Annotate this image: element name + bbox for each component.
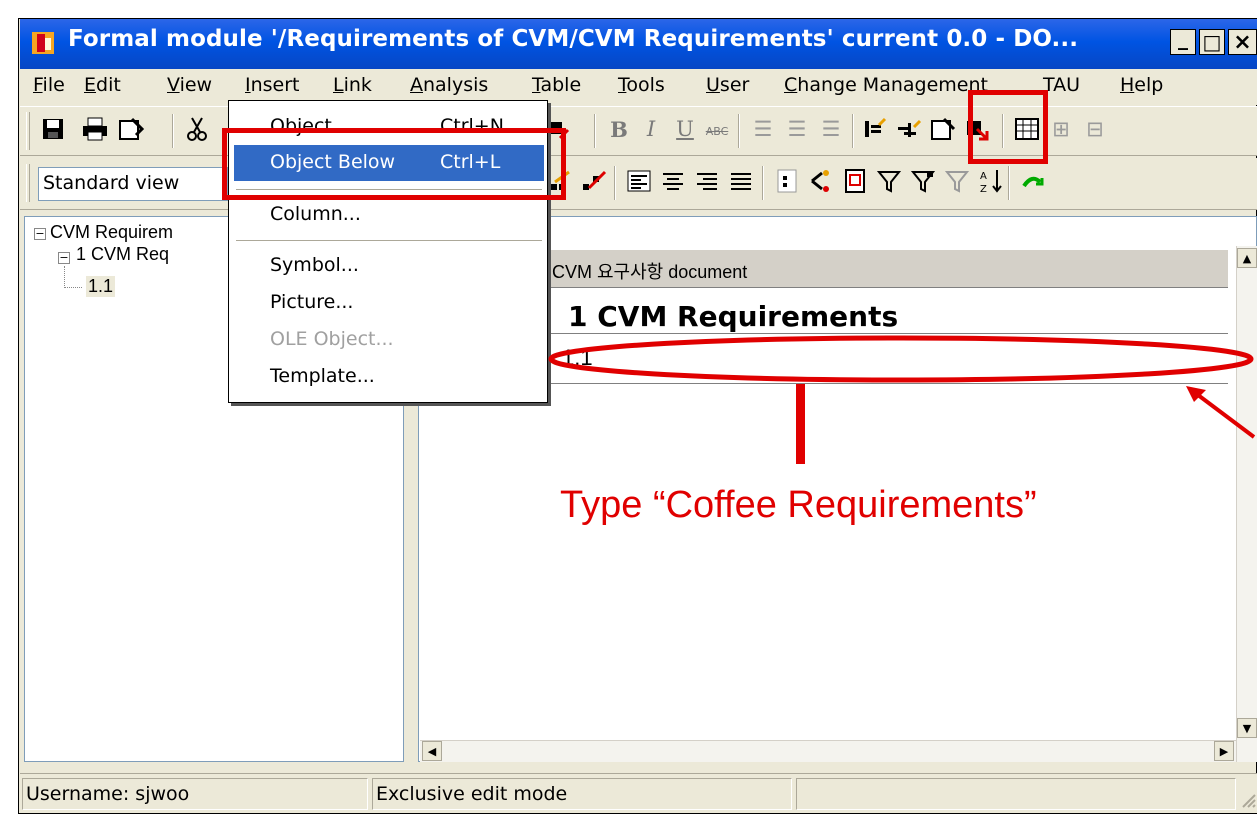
filter-clear-icon[interactable] bbox=[942, 166, 972, 196]
menu-item-symbol[interactable]: Symbol... bbox=[270, 254, 359, 276]
justify-icon[interactable] bbox=[726, 166, 756, 196]
menu-tools[interactable]: Tools bbox=[618, 74, 665, 96]
object-heading-text: 1 CVM Requirements bbox=[568, 300, 899, 333]
bold-icon[interactable]: B bbox=[604, 114, 634, 144]
tree-item-selected[interactable]: 1.1 bbox=[86, 276, 116, 297]
tree-item-root[interactable]: CVM Requirem bbox=[50, 222, 173, 243]
svg-text:Z: Z bbox=[980, 184, 987, 194]
insert-column-icon[interactable]: ⊞ bbox=[1046, 114, 1076, 144]
filter-settings-icon[interactable] bbox=[908, 166, 938, 196]
maximize-button[interactable]: □ bbox=[1199, 29, 1225, 55]
indent-icon[interactable]: ☰ bbox=[782, 114, 812, 144]
view-select[interactable]: Standard view bbox=[38, 167, 228, 201]
toolbar-separator bbox=[172, 114, 174, 148]
tree-line bbox=[64, 287, 82, 288]
status-mode: Exclusive edit mode bbox=[372, 778, 792, 810]
scroll-left-button[interactable]: ◀ bbox=[422, 741, 442, 761]
close-button[interactable]: × bbox=[1228, 29, 1257, 55]
filter-icon[interactable] bbox=[874, 166, 904, 196]
redo-icon[interactable] bbox=[1018, 166, 1048, 196]
scroll-down-button[interactable]: ▼ bbox=[1237, 718, 1257, 738]
bullet-list-icon[interactable]: ☰ bbox=[748, 114, 778, 144]
link-arrows-icon[interactable] bbox=[806, 166, 836, 196]
menu-change-management[interactable]: Change Management bbox=[784, 74, 988, 96]
window-title: Formal module '/Requirements of CVM/CVM … bbox=[68, 26, 1079, 52]
menu-item-ole-object: OLE Object... bbox=[270, 328, 394, 350]
doors-app-icon bbox=[30, 30, 56, 56]
menu-link[interactable]: Link bbox=[333, 74, 372, 96]
toolbar-separator bbox=[594, 114, 596, 148]
menu-insert[interactable]: Insert bbox=[245, 74, 300, 96]
document-icon[interactable] bbox=[840, 166, 870, 196]
menu-help[interactable]: Help bbox=[1120, 74, 1163, 96]
tree-collapse-icon[interactable]: − bbox=[58, 252, 70, 264]
italic-icon[interactable]: I bbox=[636, 114, 666, 144]
outdent-icon[interactable]: ☰ bbox=[816, 114, 846, 144]
column-header[interactable]: CVM 요구사항 document bbox=[548, 250, 1228, 288]
menu-separator bbox=[236, 240, 542, 242]
save-icon[interactable] bbox=[38, 114, 68, 144]
menu-file[interactable]: File bbox=[33, 74, 65, 96]
menu-item-template[interactable]: Template... bbox=[270, 365, 375, 387]
scroll-right-button[interactable]: ▶ bbox=[1214, 741, 1234, 761]
annotation-arrow bbox=[1180, 382, 1257, 440]
annotation-ellipse bbox=[546, 334, 1256, 384]
menu-tau[interactable]: TAU bbox=[1043, 74, 1080, 96]
toolbar-separator bbox=[1008, 166, 1010, 200]
menu-item-picture[interactable]: Picture... bbox=[270, 291, 353, 313]
toolbar-separator bbox=[762, 166, 764, 200]
menu-item-column[interactable]: Column... bbox=[270, 203, 361, 225]
tree-line bbox=[64, 266, 65, 288]
align-right-icon[interactable] bbox=[692, 166, 722, 196]
properties-icon[interactable] bbox=[116, 114, 146, 144]
status-extra bbox=[796, 778, 1236, 810]
annotation-connector-line bbox=[796, 384, 805, 464]
vertical-scrollbar[interactable] bbox=[1236, 246, 1257, 762]
minimize-button[interactable]: _ bbox=[1170, 26, 1196, 55]
link-source-icon[interactable] bbox=[580, 166, 610, 196]
insert-object-icon[interactable] bbox=[860, 114, 890, 144]
annotation-instruction: Type “Coffee Requirements” bbox=[560, 484, 1037, 526]
resize-grip-icon[interactable] bbox=[1238, 790, 1256, 808]
annotation-box-toolbar bbox=[968, 90, 1048, 164]
align-center-icon[interactable] bbox=[658, 166, 688, 196]
toolbar-separator bbox=[738, 114, 740, 148]
horizontal-scrollbar[interactable] bbox=[420, 740, 1236, 762]
tree-collapse-icon[interactable]: − bbox=[34, 228, 46, 240]
strikethrough-icon[interactable]: ABC bbox=[702, 116, 732, 146]
underline-icon[interactable]: U bbox=[670, 114, 700, 144]
tree-item-heading[interactable]: 1 CVM Req bbox=[76, 244, 169, 265]
toolbar-grip[interactable] bbox=[26, 112, 30, 150]
outline-icon[interactable] bbox=[772, 166, 802, 196]
sort-icon[interactable]: AZ bbox=[976, 166, 1006, 196]
edit-properties-icon[interactable] bbox=[928, 114, 958, 144]
scroll-up-button[interactable]: ▲ bbox=[1237, 248, 1257, 268]
align-left-icon[interactable] bbox=[624, 166, 654, 196]
toolbar-separator bbox=[614, 166, 616, 200]
menu-table[interactable]: Table bbox=[532, 74, 581, 96]
menu-analysis[interactable]: Analysis bbox=[410, 74, 488, 96]
toolbar-separator bbox=[852, 114, 854, 148]
menu-user[interactable]: User bbox=[706, 74, 749, 96]
insert-row-icon[interactable]: ⊟ bbox=[1080, 114, 1110, 144]
annotation-box-menu bbox=[222, 128, 566, 200]
insert-object-below-icon[interactable] bbox=[894, 114, 924, 144]
svg-text:A: A bbox=[980, 171, 987, 182]
print-icon[interactable] bbox=[80, 114, 110, 144]
status-username: Username: sjwoo bbox=[22, 778, 368, 810]
menu-edit[interactable]: Edit bbox=[84, 74, 121, 96]
menu-view[interactable]: View bbox=[167, 74, 212, 96]
cut-icon[interactable] bbox=[182, 114, 212, 144]
toolbar-grip[interactable] bbox=[26, 164, 30, 202]
